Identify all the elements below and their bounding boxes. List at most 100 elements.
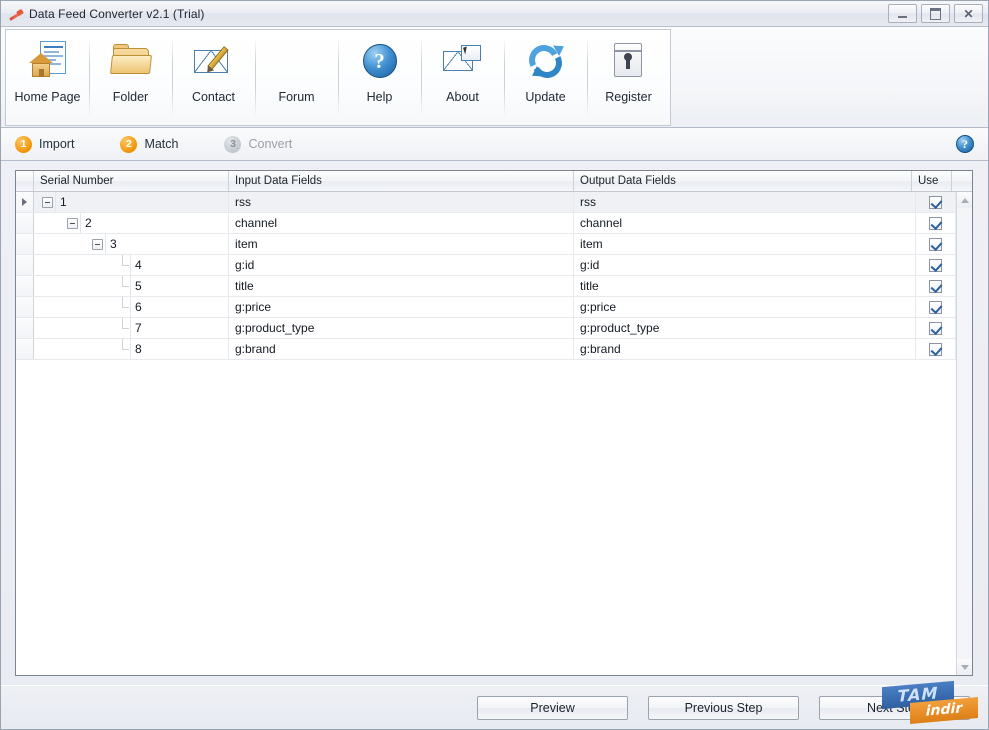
row-gutter[interactable] [16, 276, 34, 296]
main-toolbar: Home Page Folder Contact Forum ? Help Ab… [5, 29, 671, 126]
toolbar-button-home-page[interactable]: Home Page [6, 30, 89, 125]
input-field-cell[interactable]: g:price [229, 297, 574, 317]
output-field-cell[interactable]: g:price [574, 297, 916, 317]
use-checkbox[interactable] [929, 279, 942, 293]
use-checkbox[interactable] [929, 258, 942, 272]
toolbar-label: Register [605, 90, 652, 104]
use-checkbox-cell[interactable] [916, 276, 956, 296]
step-match[interactable]: 2 Match [120, 135, 178, 153]
use-checkbox-cell[interactable] [916, 234, 956, 254]
row-gutter[interactable] [16, 339, 34, 359]
toolbar-button-forum[interactable]: Forum [255, 30, 338, 125]
table-row[interactable]: 2 channel channel [16, 213, 956, 234]
use-checkbox-cell[interactable] [916, 255, 956, 275]
grid-header-use[interactable]: Use [912, 171, 952, 191]
serial-number-value: 3 [105, 234, 228, 254]
close-button[interactable]: ✕ [954, 4, 983, 23]
minimize-button[interactable] [888, 4, 917, 23]
use-checkbox-cell[interactable] [916, 318, 956, 338]
toolbar-label: Help [366, 90, 393, 104]
serial-number-cell[interactable]: 6 [34, 297, 229, 317]
input-field-cell[interactable]: title [229, 276, 574, 296]
row-gutter[interactable] [16, 297, 34, 317]
output-field-cell[interactable]: g:product_type [574, 318, 916, 338]
use-checkbox[interactable] [929, 195, 942, 209]
output-field-cell[interactable]: item [574, 234, 916, 254]
toolbar-button-folder[interactable]: Folder [89, 30, 172, 125]
toolbar-button-about[interactable]: About [421, 30, 504, 125]
tree-collapse-icon[interactable] [42, 196, 53, 208]
row-gutter[interactable] [16, 318, 34, 338]
table-row[interactable]: 5 title title [16, 276, 956, 297]
serial-number-cell[interactable]: 5 [34, 276, 229, 296]
preview-button[interactable]: Preview [477, 695, 628, 720]
tree-collapse-icon[interactable] [67, 217, 78, 229]
table-row[interactable]: 6 g:price g:price [16, 297, 956, 318]
grid-header-serial-number[interactable]: Serial Number [34, 171, 229, 191]
use-checkbox[interactable] [929, 237, 942, 251]
row-gutter[interactable] [16, 192, 34, 212]
use-checkbox-cell[interactable] [916, 192, 956, 212]
serial-number-value: 6 [130, 297, 228, 317]
row-gutter[interactable] [16, 213, 34, 233]
row-gutter[interactable] [16, 234, 34, 254]
toolbar-button-update[interactable]: Update [504, 30, 587, 125]
help-info-icon[interactable]: ? [956, 135, 974, 153]
tree-collapse-icon[interactable] [92, 238, 103, 250]
input-field-cell[interactable]: item [229, 234, 574, 254]
use-checkbox[interactable] [929, 216, 942, 230]
grid-header-spacer [952, 171, 972, 191]
use-checkbox-cell[interactable] [916, 339, 956, 359]
scrollbar-track[interactable] [957, 208, 972, 659]
use-checkbox[interactable] [929, 342, 942, 356]
table-row[interactable]: 8 g:brand g:brand [16, 339, 956, 360]
table-row[interactable]: 3 item item [16, 234, 956, 255]
step-import[interactable]: 1 Import [15, 135, 74, 153]
table-row[interactable]: 7 g:product_type g:product_type [16, 318, 956, 339]
toolbar-label: Folder [112, 90, 149, 104]
grid-header-input-data-fields[interactable]: Input Data Fields [229, 171, 574, 191]
serial-number-cell[interactable]: 2 [34, 213, 229, 233]
scroll-down-icon[interactable] [957, 659, 972, 675]
toolbar-button-help[interactable]: ? Help [338, 30, 421, 125]
grid-header-row: Serial Number Input Data Fields Output D… [16, 171, 972, 192]
input-field-cell[interactable]: g:id [229, 255, 574, 275]
next-step-button[interactable]: Next Step [819, 695, 970, 720]
step-convert[interactable]: 3 Convert [224, 135, 292, 153]
grid-vertical-scrollbar[interactable] [956, 192, 972, 675]
output-field-cell[interactable]: rss [574, 192, 916, 212]
scroll-up-icon[interactable] [957, 192, 972, 208]
toolbar-button-register[interactable]: Register [587, 30, 670, 125]
output-field-cell[interactable]: g:id [574, 255, 916, 275]
serial-number-cell[interactable]: 4 [34, 255, 229, 275]
serial-number-cell[interactable]: 3 [34, 234, 229, 254]
serial-number-cell[interactable]: 8 [34, 339, 229, 359]
forum-people-icon [275, 39, 319, 83]
table-row[interactable]: 1 rss rss [16, 192, 956, 213]
toolbar-label: Update [525, 90, 566, 104]
row-gutter[interactable] [16, 255, 34, 275]
table-row[interactable]: 4 g:id g:id [16, 255, 956, 276]
input-field-cell[interactable]: rss [229, 192, 574, 212]
output-field-cell[interactable]: title [574, 276, 916, 296]
toolbar-button-contact[interactable]: Contact [172, 30, 255, 125]
input-field-cell[interactable]: g:product_type [229, 318, 574, 338]
input-field-cell[interactable]: g:brand [229, 339, 574, 359]
input-field-cell[interactable]: channel [229, 213, 574, 233]
use-checkbox[interactable] [929, 321, 942, 335]
grid-rows: 1 rss rss 2 channel channel 3 item item 4 g:id g:id… [16, 192, 956, 675]
serial-number-cell[interactable]: 7 [34, 318, 229, 338]
serial-number-cell[interactable]: 1 [34, 192, 229, 212]
maximize-button[interactable] [921, 4, 950, 23]
use-checkbox-cell[interactable] [916, 297, 956, 317]
serial-number-value: 8 [130, 339, 228, 359]
grid-header-output-data-fields[interactable]: Output Data Fields [574, 171, 912, 191]
use-checkbox[interactable] [929, 300, 942, 314]
use-checkbox-cell[interactable] [916, 213, 956, 233]
output-field-cell[interactable]: channel [574, 213, 916, 233]
output-field-cell[interactable]: g:brand [574, 339, 916, 359]
previous-step-button[interactable]: Previous Step [648, 695, 799, 720]
